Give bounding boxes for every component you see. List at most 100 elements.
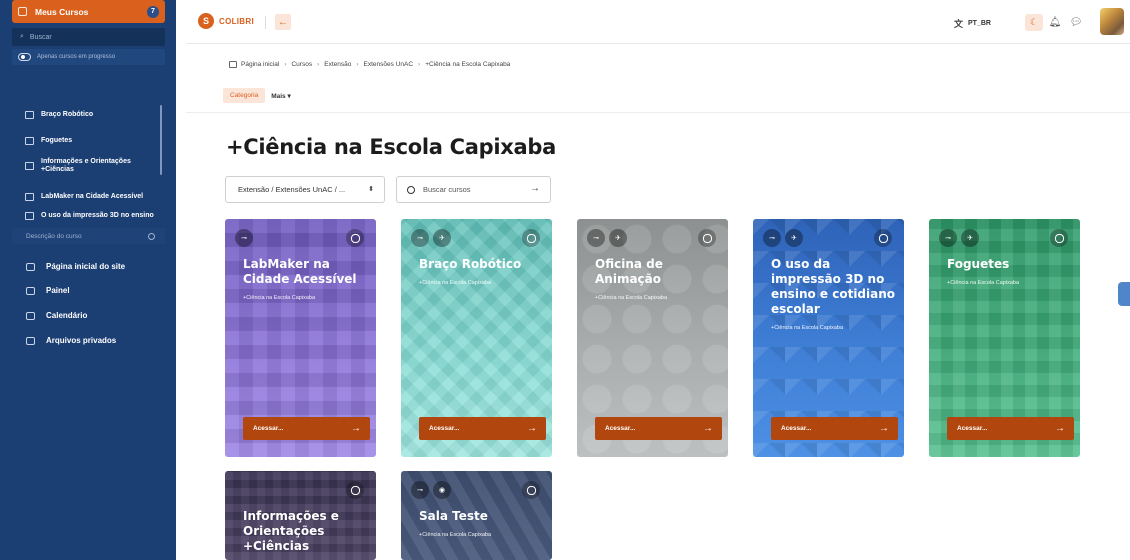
key-icon: ⊸ (411, 229, 429, 247)
card-title-text: Sala Teste (419, 509, 488, 523)
folder-icon (26, 336, 35, 345)
sidebar-course-label: Informações e Orientações +Ciências (41, 158, 131, 173)
breadcrumb-item[interactable]: Extensão (324, 61, 351, 68)
floating-help-button[interactable] (1118, 282, 1130, 306)
nav-home[interactable]: Página inicial do site (26, 262, 125, 271)
course-card[interactable]: ⊸ ✈ Foguetes +Ciência na Escola Capixaba… (929, 219, 1080, 457)
in-progress-toggle[interactable]: Apenas cursos em progresso (12, 49, 165, 65)
select-arrows-icon: ⬍ (368, 186, 374, 193)
course-search-input[interactable]: Buscar cursos → (396, 176, 551, 203)
language-label: PT_BR (968, 20, 991, 27)
info-icon[interactable] (522, 229, 540, 247)
course-icon (25, 193, 34, 201)
more-menu-button[interactable]: Mais ▾ (271, 92, 291, 100)
access-button-label: Acessar... (253, 425, 284, 432)
sidebar-course-braco-robotico[interactable]: Braço Robótico (25, 111, 156, 119)
nav-label: Calendário (46, 311, 88, 320)
language-selector[interactable]: 文 PT_BR (954, 17, 991, 30)
page-title: +Ciência na Escola Capixaba (226, 135, 556, 159)
course-icon (25, 212, 34, 220)
sidebar-course-impressao-3d[interactable]: O uso da impressão 3D no ensino (25, 212, 156, 220)
globe-icon: ◉ (433, 481, 451, 499)
sidebar-course-foguetes[interactable]: Foguetes (25, 137, 156, 145)
sidebar-search-input[interactable]: ⌕ Buscar (12, 28, 165, 46)
access-button[interactable]: Acessar... → (947, 417, 1074, 440)
messages-icon[interactable]: 💬︎ (1070, 16, 1083, 28)
nav-label: Página inicial do site (46, 262, 126, 271)
arrow-right-icon: → (1055, 423, 1065, 434)
access-button[interactable]: Acessar... → (595, 417, 722, 440)
sidebar-scrollbar[interactable] (160, 105, 162, 175)
key-icon: ⊸ (587, 229, 605, 247)
sidebar-course-labmaker[interactable]: LabMaker na Cidade Acessível (25, 193, 156, 201)
info-icon[interactable] (346, 481, 364, 499)
nav-calendar[interactable]: Calendário (26, 311, 87, 320)
course-card[interactable]: ⊸ ✈ O uso da impressão 3D no ensino e co… (753, 219, 904, 457)
divider (186, 112, 1130, 113)
course-card[interactable]: ⊸ LabMaker na Cidade Acessível +Ciência … (225, 219, 376, 457)
breadcrumb-item[interactable]: Extensões UnAC (364, 61, 414, 68)
info-icon[interactable] (346, 229, 364, 247)
breadcrumb-item[interactable]: Página inicial (241, 61, 279, 68)
access-button-label: Acessar... (605, 425, 636, 432)
course-card[interactable]: ⊸ ◉ Sala Teste +Ciência na Escola Capixa… (401, 471, 552, 560)
my-courses-title: Meus Cursos (35, 6, 89, 17)
bell-icon[interactable]: 🔔︎ (1049, 16, 1062, 28)
info-icon[interactable] (1050, 229, 1068, 247)
course-icon (25, 162, 34, 170)
rocket-icon: ✈ (433, 229, 451, 247)
card-subtitle: +Ciência na Escola Capixaba (771, 325, 844, 331)
breadcrumb-item[interactable]: Cursos (291, 61, 312, 68)
course-icon (25, 111, 34, 119)
sidebar-course-informacoes[interactable]: Informações e Orientações +Ciências (25, 158, 156, 174)
dashboard-icon (26, 286, 35, 295)
sidebar-course-label: O uso da impressão 3D no ensino (41, 212, 154, 219)
arrow-right-icon: → (351, 423, 361, 434)
card-title: Foguetes +Ciência na Escola Capixaba (947, 257, 1077, 287)
nav-private-files[interactable]: Arquivos privados (26, 336, 116, 345)
nav-dashboard[interactable]: Painel (26, 286, 70, 295)
access-button[interactable]: Acessar... → (771, 417, 898, 440)
course-card[interactable]: Informações e Orientações +Ciências (225, 471, 376, 560)
card-title-text: O uso da impressão 3D no ensino e cotidi… (771, 257, 896, 316)
home-icon (229, 61, 237, 68)
breadcrumb-item: +Ciência na Escola Capixaba (425, 61, 511, 68)
access-button[interactable]: Acessar... → (243, 417, 370, 440)
info-icon[interactable] (698, 229, 716, 247)
colibri-logo[interactable]: S COLIBRI (198, 13, 254, 29)
breadcrumb-separator: › (284, 61, 287, 68)
course-icon (25, 137, 34, 145)
home-icon (26, 262, 35, 271)
category-button[interactable]: Categoria (223, 88, 266, 103)
calendar-icon (26, 311, 35, 320)
arrow-right-icon[interactable]: → (530, 183, 540, 194)
card-title: Oficina de Animação +Ciência na Escola C… (595, 257, 725, 302)
info-icon[interactable] (874, 229, 892, 247)
my-courses-header[interactable]: Meus Cursos 7 (12, 0, 165, 23)
card-title: O uso da impressão 3D no ensino e cotidi… (771, 257, 901, 332)
breadcrumb-separator: › (356, 61, 359, 68)
back-arrow-button[interactable]: ← (275, 14, 291, 30)
rocket-icon: ✈ (961, 229, 979, 247)
category-select[interactable]: Extensão / Extensões UnAC / ... ⬍ (225, 176, 385, 203)
key-icon: ⊸ (411, 481, 429, 499)
course-description-label: Descrição do curso (26, 232, 82, 240)
course-search-placeholder: Buscar cursos (423, 185, 471, 194)
access-button-label: Acessar... (781, 425, 812, 432)
info-icon[interactable] (522, 481, 540, 499)
key-icon: ⊸ (235, 229, 253, 247)
dark-mode-button[interactable]: ☾ (1025, 14, 1043, 31)
rocket-icon: ✈ (785, 229, 803, 247)
info-icon (148, 232, 155, 240)
toggle-switch-icon[interactable] (18, 53, 31, 61)
category-select-value: Extensão / Extensões UnAC / ... (238, 185, 346, 194)
card-subtitle: +Ciência na Escola Capixaba (595, 295, 668, 301)
course-description-toggle[interactable]: Descrição do curso (12, 228, 165, 244)
avatar[interactable] (1100, 8, 1124, 35)
toggle-label: Apenas cursos em progresso (37, 54, 116, 60)
rocket-icon: ✈ (609, 229, 627, 247)
course-card[interactable]: ⊸ ✈ Braço Robótico +Ciência na Escola Ca… (401, 219, 552, 457)
arrow-right-icon: → (527, 423, 537, 434)
course-card[interactable]: ⊸ ✈ Oficina de Animação +Ciência na Esco… (577, 219, 728, 457)
access-button[interactable]: Acessar... → (419, 417, 546, 440)
